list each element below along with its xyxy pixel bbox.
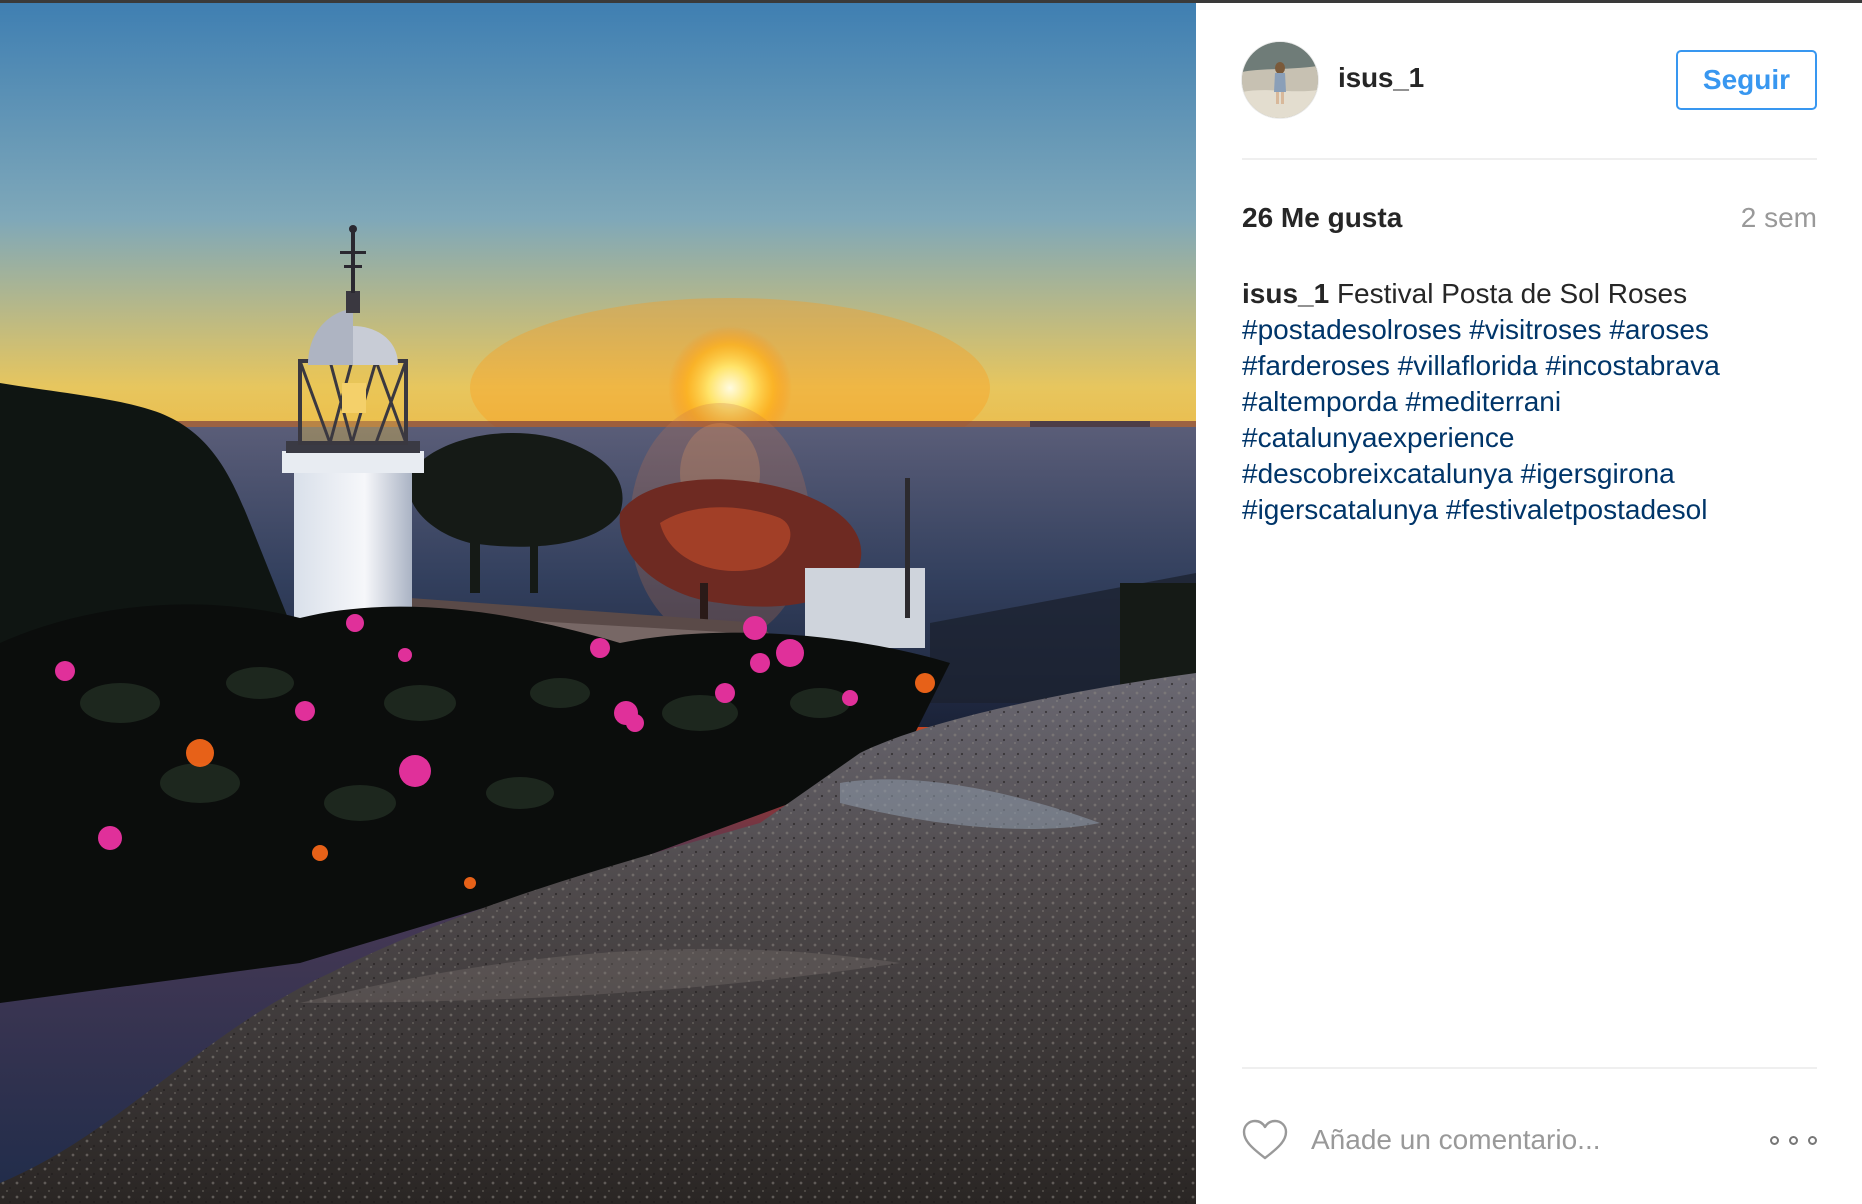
caption-username[interactable]: isus_1 [1242, 278, 1329, 309]
author-avatar[interactable] [1242, 42, 1318, 118]
hashtag-link[interactable]: #igersgirona [1521, 458, 1675, 489]
post-caption: isus_1 Festival Posta de Sol Roses #post… [1242, 276, 1817, 528]
post-photo[interactable] [0, 3, 1196, 1204]
heart-icon[interactable] [1242, 1119, 1288, 1161]
follow-button[interactable]: Seguir [1676, 50, 1817, 110]
hashtag-link[interactable]: #igerscatalunya [1242, 494, 1438, 525]
comment-input[interactable] [1311, 1113, 1751, 1167]
avatar-photo-icon [1242, 42, 1318, 118]
divider [1242, 158, 1817, 160]
more-options-icon[interactable] [1770, 1130, 1817, 1150]
hashtag-link[interactable]: #altemporda [1242, 386, 1398, 417]
dot [1770, 1135, 1779, 1145]
post-sidebar: isus_1 Seguir 26 Me gusta 2 sem isus_1 F… [1196, 3, 1862, 1204]
post-timestamp[interactable]: 2 sem [1741, 202, 1817, 234]
hashtag-link[interactable]: #mediterrani [1405, 386, 1561, 417]
hashtag-link[interactable]: #festivaletpostadesol [1446, 494, 1708, 525]
caption-text: Festival Posta de Sol Roses [1336, 278, 1688, 309]
author-username[interactable]: isus_1 [1338, 62, 1424, 94]
hashtag-link[interactable]: #visitroses [1469, 314, 1601, 345]
likes-count[interactable]: 26 Me gusta [1242, 202, 1402, 234]
hashtag-link[interactable]: #postadesolroses [1242, 314, 1461, 345]
hashtag-link[interactable]: #catalunyaexperience [1242, 422, 1514, 453]
hashtag-link[interactable]: #incostabrava [1546, 350, 1720, 381]
sunset-lighthouse-image [0, 3, 1196, 1204]
hashtag-link[interactable]: #farderoses [1242, 350, 1390, 381]
hashtag-link[interactable]: #villaflorida [1398, 350, 1538, 381]
hashtag-link[interactable]: #aroses [1609, 314, 1709, 345]
dot [1808, 1135, 1817, 1145]
divider [1242, 1067, 1817, 1069]
dot [1789, 1135, 1798, 1145]
hashtag-link[interactable]: #descobreixcatalunya [1242, 458, 1513, 489]
